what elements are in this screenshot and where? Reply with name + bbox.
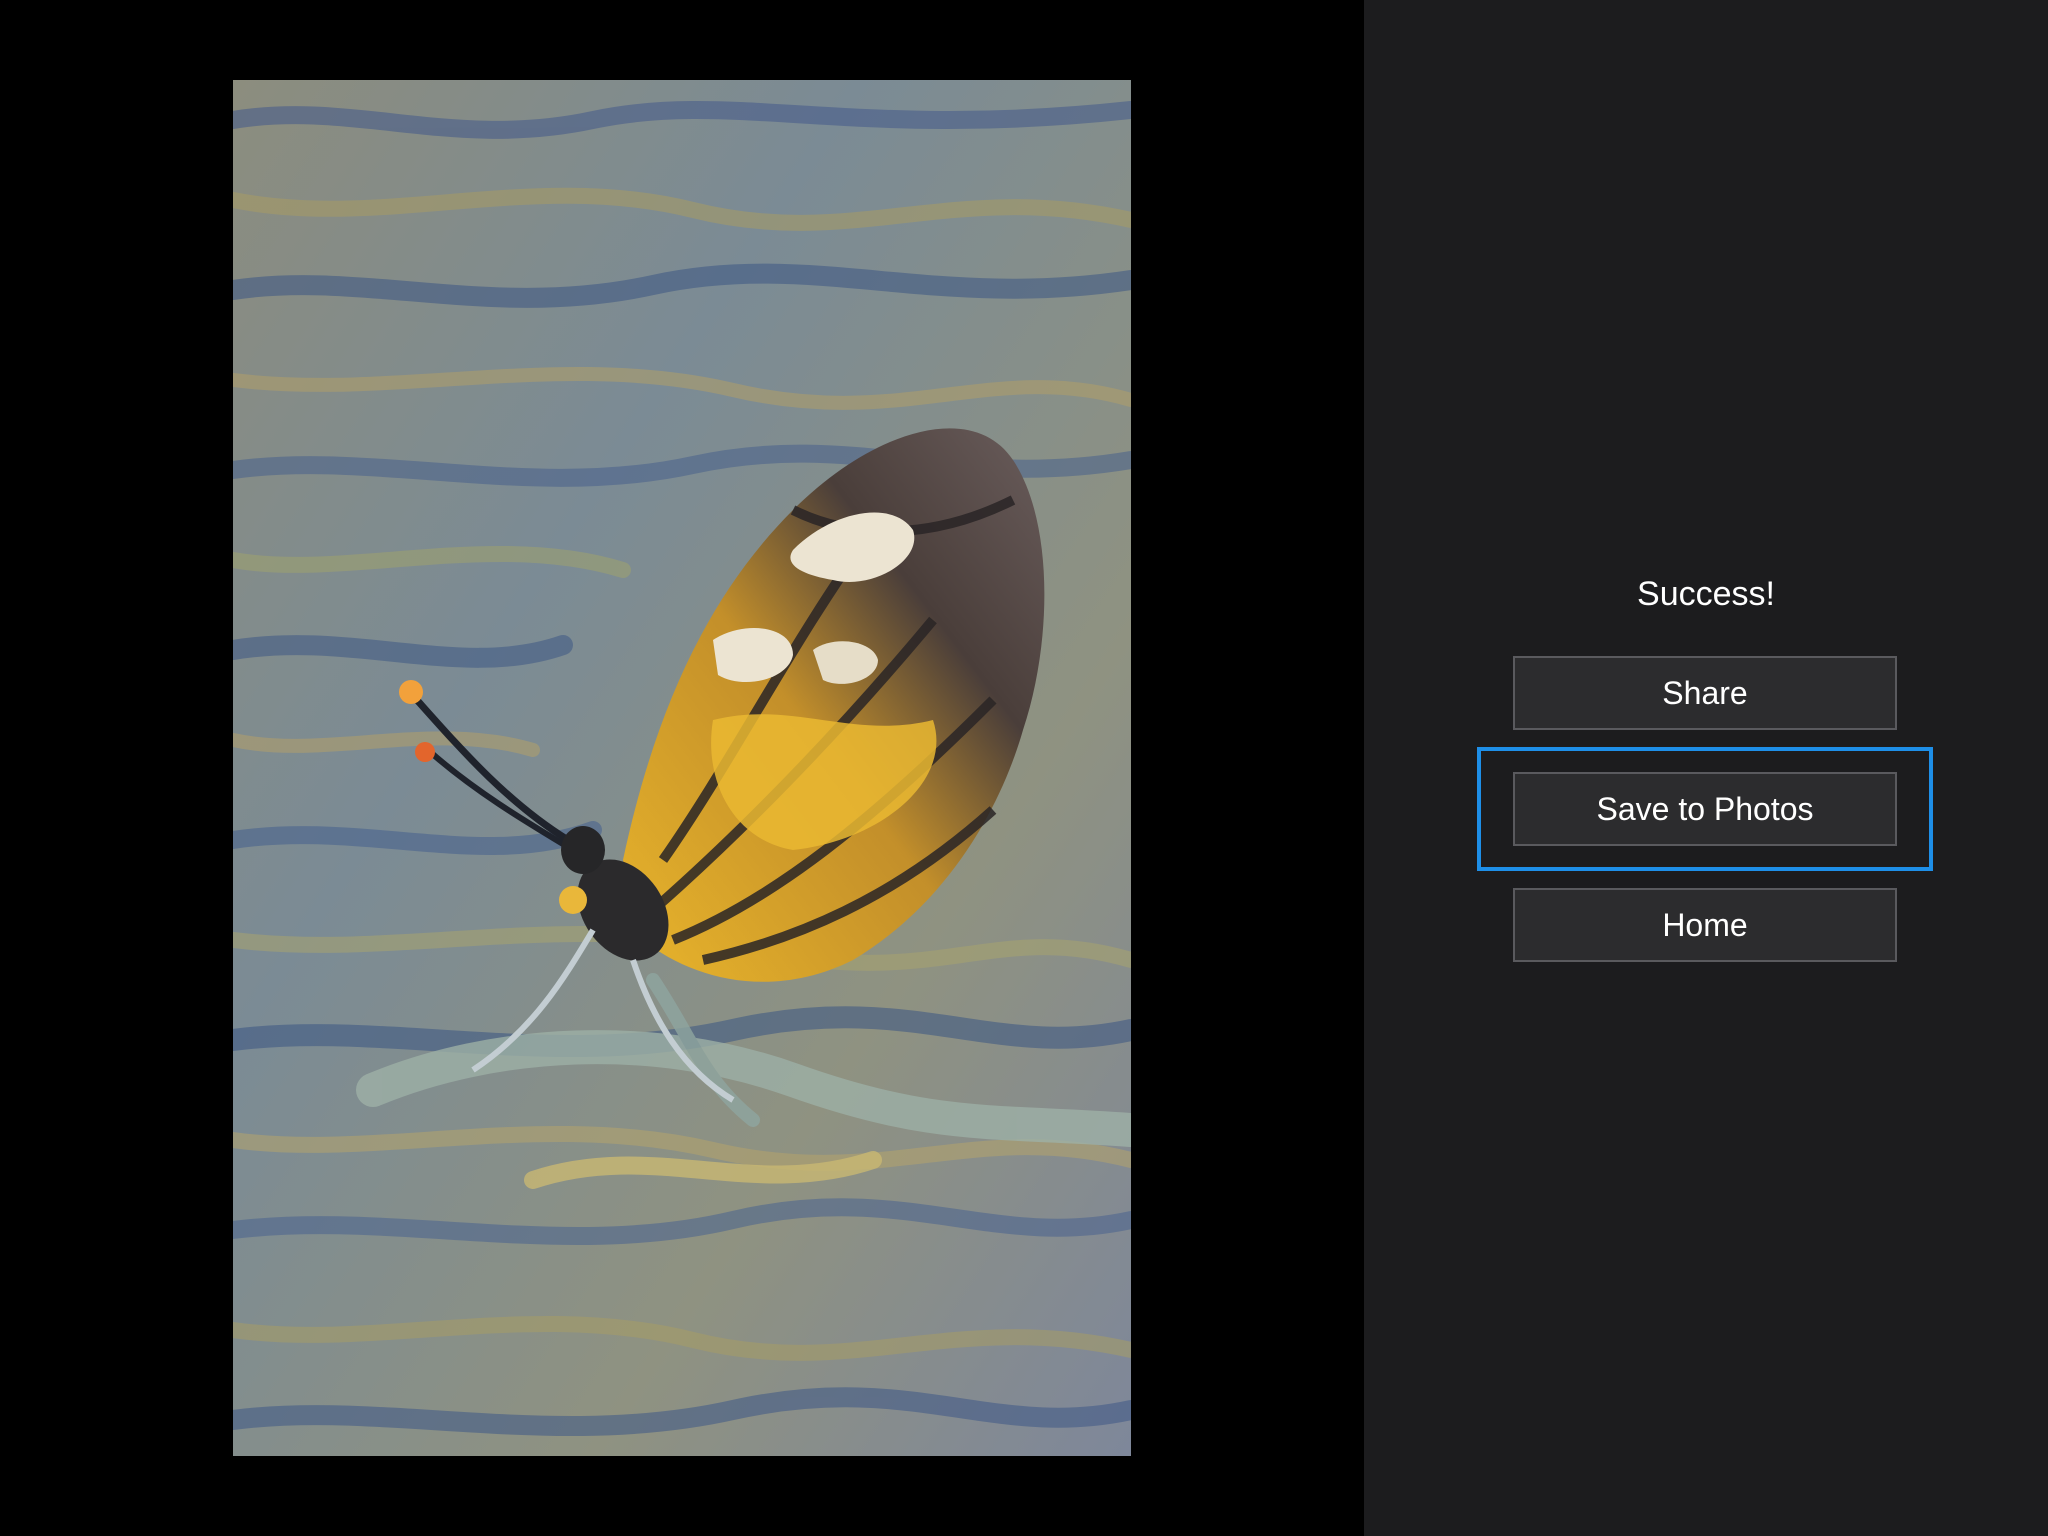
app-screen: Success! Share Save to Photos Home <box>0 0 2048 1536</box>
home-button[interactable]: Home <box>1513 888 1897 962</box>
stylized-artwork-image <box>233 80 1131 1456</box>
result-panel: Success! Share Save to Photos Home <box>1364 0 2048 1536</box>
status-message: Success! <box>1637 575 1775 613</box>
butterfly-painting-icon <box>233 80 1131 1456</box>
save-to-photos-button[interactable]: Save to Photos <box>1513 772 1897 846</box>
share-button[interactable]: Share <box>1513 656 1897 730</box>
image-preview-pane <box>0 0 1364 1536</box>
